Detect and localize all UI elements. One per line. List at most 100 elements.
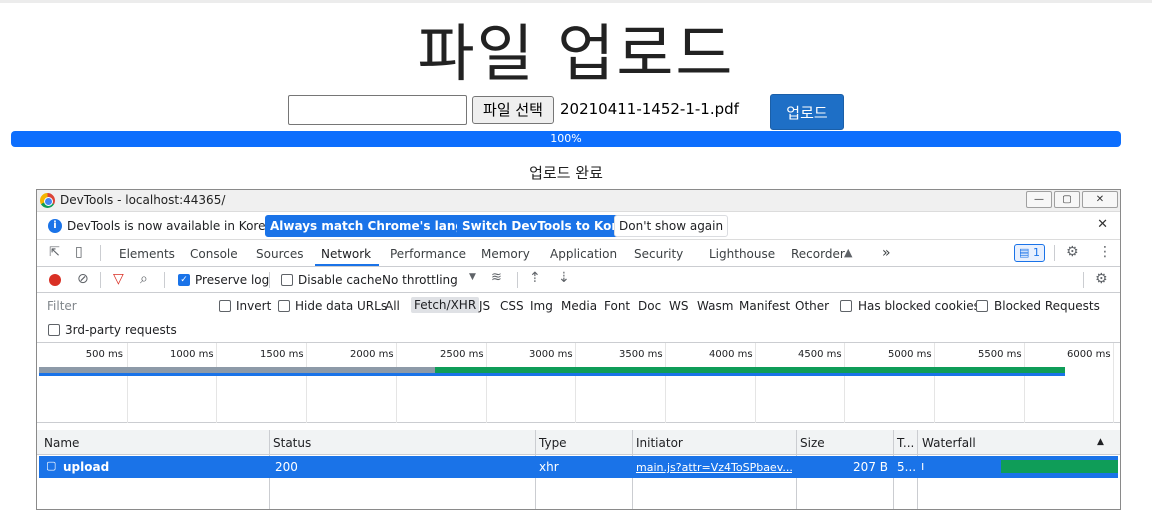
tab-security[interactable]: Security bbox=[634, 247, 683, 261]
divider bbox=[517, 272, 518, 288]
search-icon[interactable]: ⌕ bbox=[140, 271, 148, 287]
column-name[interactable]: Name bbox=[44, 436, 79, 450]
upload-button[interactable]: 업로드 bbox=[770, 94, 844, 130]
network-settings-gear-icon[interactable]: ⚙ bbox=[1095, 271, 1108, 287]
info-icon: i bbox=[48, 219, 62, 233]
overview-tick-label: 1500 ms bbox=[260, 349, 304, 360]
tab-network[interactable]: Network bbox=[321, 247, 371, 261]
column-type[interactable]: Type bbox=[539, 436, 567, 450]
network-filterbar: Filter Invert Hide data URLs All Fetch/X… bbox=[37, 293, 1120, 343]
column-size[interactable]: Size bbox=[800, 436, 825, 450]
document-icon: ▢ bbox=[46, 459, 57, 472]
waterfall-start-mark: ı bbox=[921, 459, 925, 473]
overview-gridline bbox=[934, 343, 935, 423]
table-row[interactable]: ▢ upload 200 xhr main.js?attr=Vz4ToSPbae… bbox=[39, 456, 1118, 478]
tab-application[interactable]: Application bbox=[550, 247, 617, 261]
tab-console[interactable]: Console bbox=[190, 247, 238, 261]
minimize-button[interactable]: — bbox=[1026, 191, 1052, 208]
hide-data-urls-checkbox[interactable] bbox=[278, 300, 290, 312]
upload-progress-bar: 100% bbox=[11, 131, 1121, 147]
column-time[interactable]: T... bbox=[897, 436, 914, 450]
filter-type-wasm[interactable]: Wasm bbox=[697, 299, 733, 313]
filter-type-media[interactable]: Media bbox=[561, 299, 597, 313]
overview-tick-label: 500 ms bbox=[85, 349, 123, 360]
chrome-icon bbox=[40, 193, 55, 208]
overview-tick-label: 3500 ms bbox=[619, 349, 663, 360]
text-input[interactable] bbox=[288, 95, 467, 125]
filter-type-doc[interactable]: Doc bbox=[638, 299, 661, 313]
disable-cache-label: Disable cache bbox=[298, 273, 382, 287]
issues-badge[interactable]: ▤ 1 bbox=[1014, 244, 1045, 262]
tab-elements[interactable]: Elements bbox=[119, 247, 175, 261]
more-tabs-button[interactable]: » bbox=[882, 245, 891, 261]
settings-gear-icon[interactable]: ⚙ bbox=[1066, 244, 1079, 260]
column-status[interactable]: Status bbox=[273, 436, 311, 450]
divider bbox=[1083, 272, 1084, 288]
overview-tick-label: 3000 ms bbox=[529, 349, 573, 360]
blocked-requests-checkbox[interactable] bbox=[976, 300, 988, 312]
chevron-down-icon[interactable]: ▼ bbox=[469, 272, 476, 282]
filter-icon[interactable]: ▽ bbox=[113, 271, 124, 287]
upload-status: 업로드 완료 bbox=[529, 164, 603, 182]
network-conditions-icon[interactable]: ≋ bbox=[491, 270, 502, 285]
filter-type-font[interactable]: Font bbox=[604, 299, 630, 313]
network-overview-timeline[interactable]: 500 ms 1000 ms 1500 ms 2000 ms 2500 ms 3000 m… bbox=[37, 343, 1120, 423]
has-blocked-cookies-label: Has blocked cookies bbox=[858, 299, 980, 313]
third-party-checkbox[interactable] bbox=[48, 324, 60, 336]
network-toolbar: ⊘ ▽ ⌕ ✓ Preserve log Disable cache No th… bbox=[37, 267, 1120, 293]
throttling-select[interactable]: No throttling bbox=[382, 273, 458, 287]
request-size: 207 B bbox=[853, 460, 888, 474]
filter-type-all[interactable]: All bbox=[385, 299, 400, 313]
export-har-icon[interactable]: ⇣ bbox=[558, 270, 570, 286]
filter-type-other[interactable]: Other bbox=[795, 299, 829, 313]
tab-recorder[interactable]: Recorder bbox=[791, 247, 845, 261]
filter-type-js[interactable]: JS bbox=[479, 299, 490, 313]
page-title: 파일 업로드 bbox=[417, 17, 735, 90]
choose-file-button[interactable]: 파일 선택 bbox=[472, 96, 554, 124]
invert-checkbox[interactable] bbox=[219, 300, 231, 312]
record-icon[interactable] bbox=[49, 274, 61, 286]
overview-request-bar bbox=[39, 373, 1065, 376]
flask-icon: ▲ bbox=[844, 246, 853, 259]
filter-type-img[interactable]: Img bbox=[530, 299, 553, 313]
filter-input[interactable]: Filter bbox=[42, 296, 204, 316]
inspect-element-icon[interactable]: ⇱ bbox=[49, 245, 60, 260]
tab-lighthouse[interactable]: Lighthouse bbox=[709, 247, 775, 261]
invert-label: Invert bbox=[236, 299, 272, 313]
tab-performance[interactable]: Performance bbox=[390, 247, 466, 261]
has-blocked-cookies-checkbox[interactable] bbox=[840, 300, 852, 312]
filter-type-manifest[interactable]: Manifest bbox=[739, 299, 790, 313]
more-options-icon[interactable]: ⋮ bbox=[1098, 244, 1112, 260]
request-name[interactable]: upload bbox=[63, 460, 109, 474]
preserve-log-label: Preserve log bbox=[195, 273, 270, 287]
column-waterfall[interactable]: Waterfall bbox=[922, 436, 976, 450]
request-table: Name Status Type Initiator Size T... Wat… bbox=[37, 430, 1120, 509]
request-initiator-link[interactable]: main.js?attr=Vz4ToSPbaev... bbox=[636, 461, 792, 474]
divider bbox=[164, 272, 165, 288]
column-initiator[interactable]: Initiator bbox=[636, 436, 683, 450]
devtools-tabbar: ⇱ ▯ Elements Console Sources Network Per… bbox=[37, 240, 1120, 267]
filter-type-css[interactable]: CSS bbox=[500, 299, 524, 313]
issues-icon: ▤ bbox=[1019, 246, 1030, 259]
preserve-log-checkbox[interactable]: ✓ bbox=[178, 274, 190, 286]
request-table-header: Name Status Type Initiator Size T... Wat… bbox=[37, 430, 1120, 455]
disable-cache-checkbox[interactable] bbox=[281, 274, 293, 286]
hide-data-urls-label: Hide data URLs bbox=[295, 299, 388, 313]
divider bbox=[100, 272, 101, 288]
filter-type-fetch-xhr[interactable]: Fetch/XHR bbox=[411, 297, 480, 313]
overview-gridline bbox=[755, 343, 756, 423]
progress-fill: 100% bbox=[11, 131, 1121, 147]
sort-triangle-icon[interactable]: ▲ bbox=[1097, 437, 1104, 447]
import-har-icon[interactable]: ⇡ bbox=[529, 270, 541, 286]
dont-show-again-button[interactable]: Don't show again bbox=[614, 215, 729, 237]
device-toolbar-icon[interactable]: ▯ bbox=[75, 244, 83, 260]
clear-icon[interactable]: ⊘ bbox=[77, 271, 89, 287]
filter-type-ws[interactable]: WS bbox=[669, 299, 688, 313]
tab-sources[interactable]: Sources bbox=[256, 247, 303, 261]
waterfall-bar bbox=[1001, 460, 1118, 473]
overview-tick-label: 6000 ms bbox=[1067, 349, 1111, 360]
close-window-button[interactable]: ✕ bbox=[1082, 191, 1118, 208]
tab-memory[interactable]: Memory bbox=[481, 247, 530, 261]
close-icon[interactable]: ✕ bbox=[1097, 217, 1108, 232]
maximize-button[interactable]: ▢ bbox=[1054, 191, 1080, 208]
